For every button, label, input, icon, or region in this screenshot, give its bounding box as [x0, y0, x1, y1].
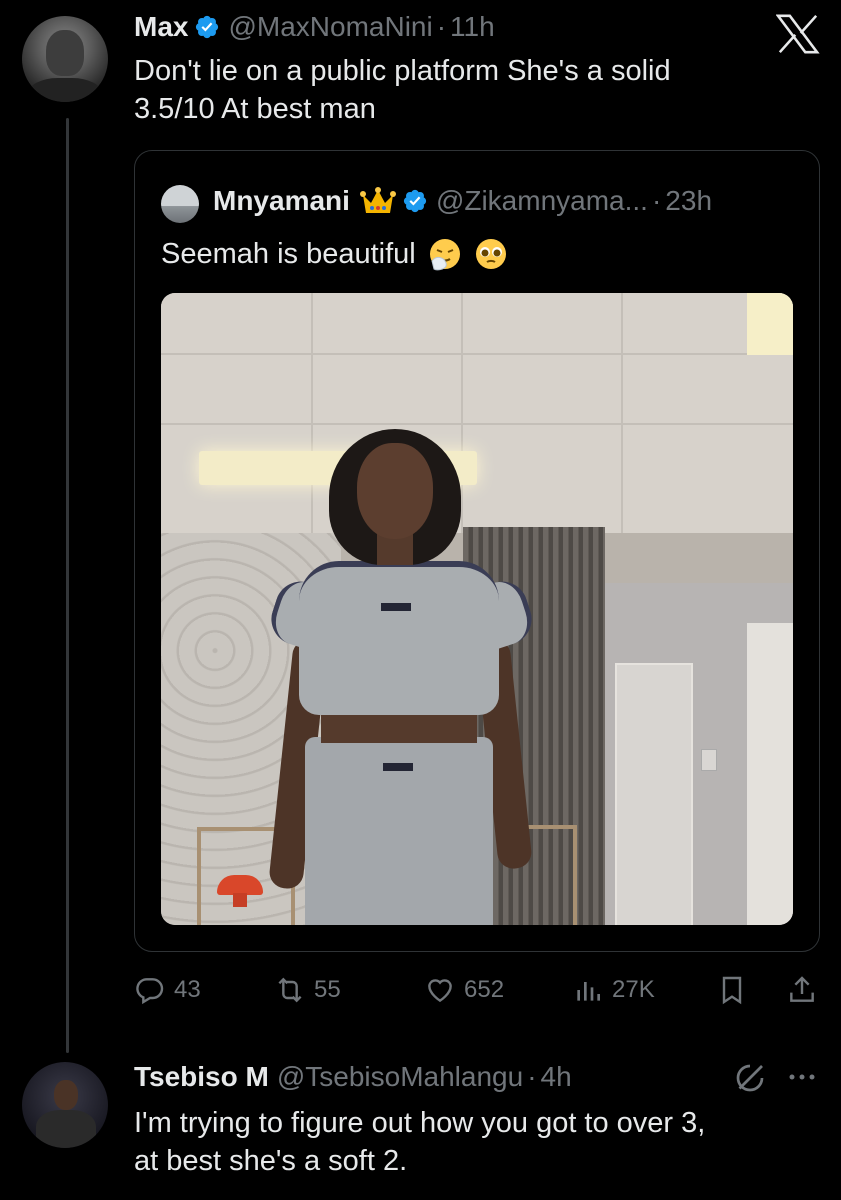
- avatar-face: [46, 30, 84, 76]
- quoted-author-handle: @Zikamnyama...: [435, 185, 648, 216]
- media-ceiling-tile-line: [161, 353, 793, 355]
- media-light-switch: [701, 749, 717, 771]
- avatar[interactable]: [22, 16, 108, 102]
- avatar-shoulders: [36, 1110, 96, 1148]
- bookmark-icon: [722, 976, 742, 1005]
- media-ceiling-tile-line: [621, 293, 623, 533]
- author-handle[interactable]: @MaxNomaNini: [228, 10, 432, 44]
- separator-dot: ·: [527, 1061, 537, 1092]
- quoted-tweet-text: Seemah is beautiful: [161, 235, 508, 273]
- media-ceiling: [161, 293, 793, 533]
- share-icon: [790, 976, 814, 1002]
- media-door: [615, 663, 693, 925]
- tweet-header: Tsebiso M @TsebisoMahlangu · 4h: [134, 1060, 572, 1094]
- media-lamp-base: [233, 893, 247, 907]
- media-lamp: [217, 875, 263, 895]
- repost-count: 55: [314, 976, 341, 1003]
- x-logo-icon: [776, 14, 820, 54]
- media-ceiling-tile-line: [461, 293, 463, 533]
- tweet-text: I'm trying to figure out how you got to …: [134, 1107, 706, 1177]
- author-handle[interactable]: @TsebisoMahlangu: [277, 1060, 523, 1094]
- media-shelf: [527, 825, 577, 925]
- bookmark-button[interactable]: [716, 968, 756, 1012]
- verified-icon: [403, 189, 427, 213]
- media-person-label: [381, 603, 411, 611]
- tweet-text: Don't lie on a public platform She's a s…: [134, 55, 671, 125]
- separator-dot: ·: [651, 185, 662, 216]
- timestamp[interactable]: 11h: [450, 10, 495, 44]
- quoted-author-avatar[interactable]: [161, 185, 199, 223]
- sneezing-face-emoji-icon: [429, 239, 460, 271]
- media-person-top: [299, 561, 499, 715]
- separator-dot: ·: [436, 11, 447, 42]
- quoted-tweet-header: Mnyamani @Zikamnyama... · 23h: [213, 183, 712, 219]
- avatar[interactable]: [22, 1062, 108, 1148]
- media-ceiling-tile-line: [311, 293, 313, 533]
- share-button[interactable]: [786, 968, 826, 1012]
- like-count: 652: [464, 976, 505, 1003]
- author-name[interactable]: Tsebiso M: [134, 1060, 269, 1094]
- media-door: [747, 623, 793, 925]
- grok-icon[interactable]: [732, 1060, 768, 1096]
- media-ceiling-tile-line: [161, 423, 793, 425]
- repost-icon: [278, 977, 302, 1003]
- crown-emoji-icon: [359, 187, 396, 213]
- tweet-header: Max @MaxNomaNini · 11h: [134, 10, 495, 44]
- quoted-tweet-card[interactable]: Mnyamani @Zikamnyama... · 23h Seemah is …: [134, 150, 820, 952]
- heart-icon: [428, 979, 452, 1003]
- repost-button[interactable]: 55: [274, 968, 341, 1012]
- views-count: 27K: [612, 976, 655, 1003]
- author-name[interactable]: Max: [134, 10, 188, 44]
- reply-button[interactable]: 43: [134, 968, 201, 1012]
- tweet-action-bar: 43 55 652 27K: [134, 968, 820, 1012]
- views-chart-icon: [577, 982, 600, 1001]
- media-ceiling-light: [747, 293, 793, 355]
- more-options-icon[interactable]: [782, 1062, 822, 1092]
- like-button[interactable]: 652: [424, 968, 504, 1012]
- media-person-head: [357, 443, 433, 539]
- thread-connector-line: [66, 118, 69, 1053]
- media-person-label: [383, 763, 413, 771]
- verified-icon: [196, 15, 219, 39]
- timestamp[interactable]: 4h: [541, 1060, 572, 1094]
- quoted-timestamp: 23h: [665, 185, 713, 216]
- reply-count: 43: [174, 976, 201, 1003]
- avatar-shoulders: [28, 78, 102, 102]
- reply-icon: [136, 978, 164, 1005]
- quoted-author-name: Mnyamani: [213, 185, 350, 216]
- pleading-face-emoji-icon: [475, 239, 506, 269]
- views-button[interactable]: 27K: [572, 968, 655, 1012]
- quoted-tweet-text-content: Seemah is beautiful: [161, 238, 416, 270]
- avatar-face: [54, 1080, 78, 1110]
- tweet-media-image[interactable]: [161, 293, 793, 925]
